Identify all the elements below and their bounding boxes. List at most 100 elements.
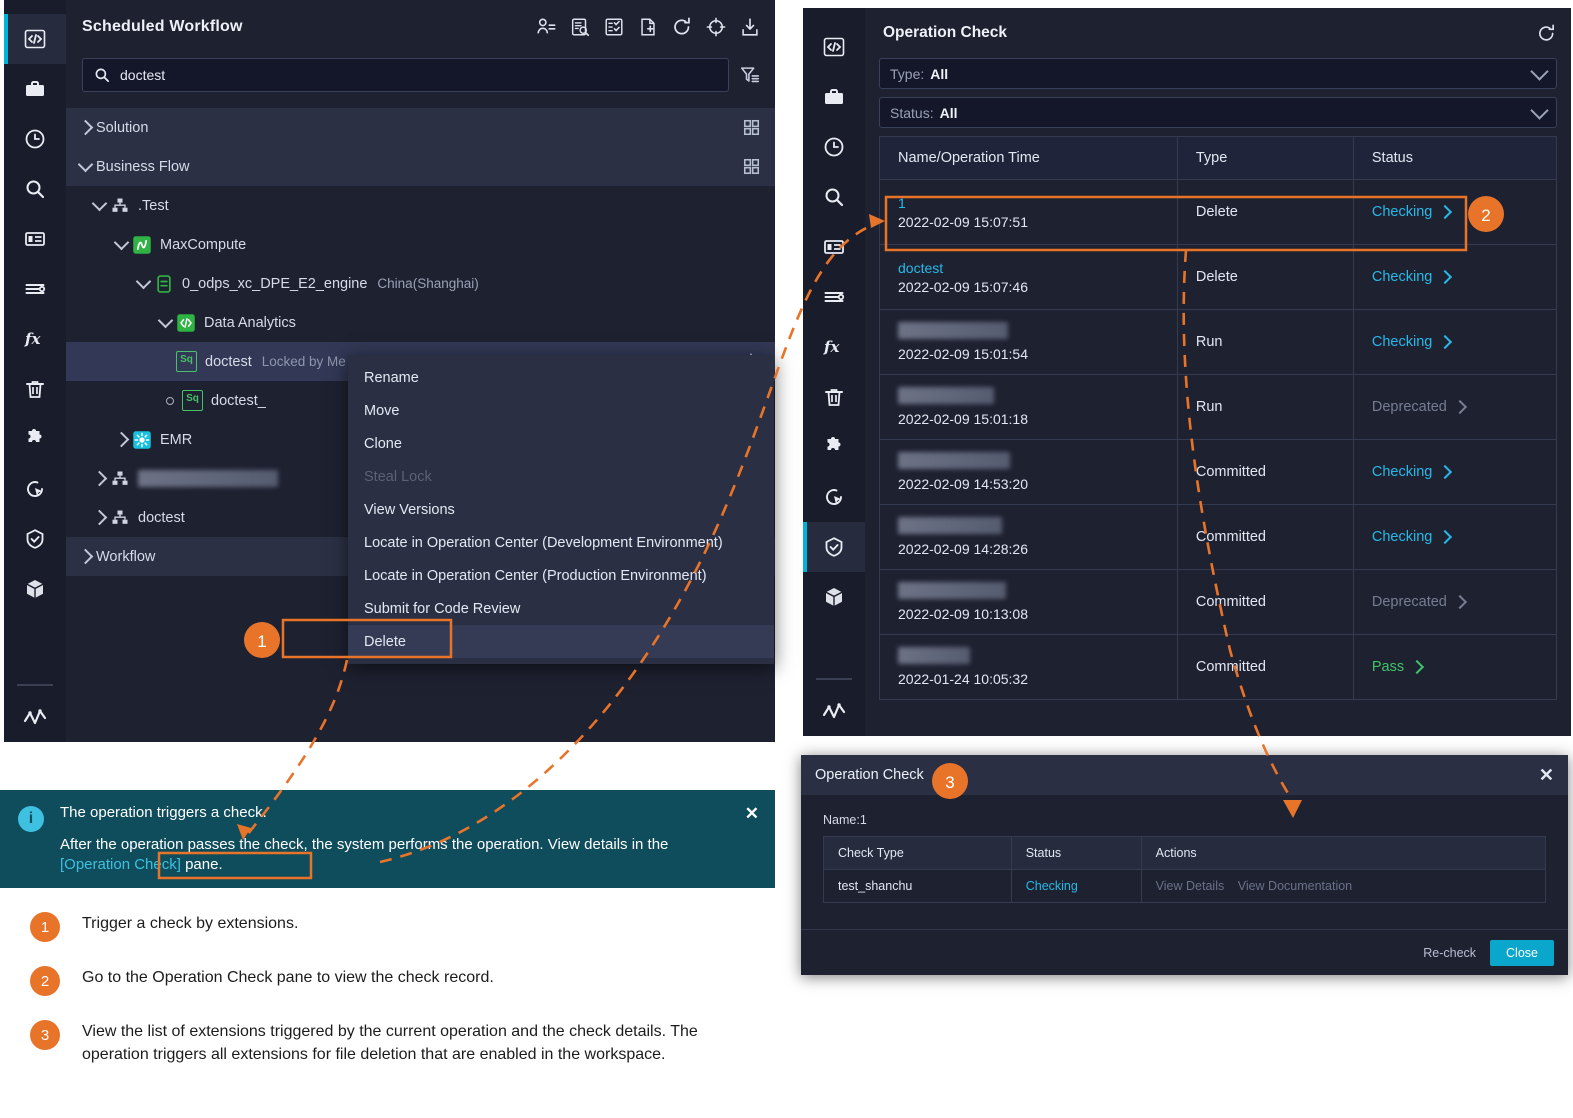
search-input[interactable]: doctest bbox=[82, 58, 729, 92]
rail-item-shield-check[interactable] bbox=[4, 514, 66, 564]
list-icon bbox=[824, 292, 845, 302]
rail-item-briefcase[interactable] bbox=[803, 72, 865, 122]
new-file-icon[interactable] bbox=[637, 16, 659, 38]
close-button[interactable]: Close bbox=[1490, 939, 1554, 966]
tree-row-engine[interactable]: 0_odps_xc_DPE_E2_engine China(Shanghai) bbox=[66, 264, 775, 303]
grid-icon[interactable] bbox=[742, 157, 761, 176]
tree-row-solution[interactable]: Solution bbox=[66, 108, 775, 147]
expand-toggle[interactable] bbox=[88, 195, 110, 212]
expand-toggle[interactable] bbox=[110, 234, 132, 251]
rail-item-trash[interactable] bbox=[803, 372, 865, 422]
menu-item-submit-code-review[interactable]: Submit for Code Review bbox=[348, 592, 774, 625]
refresh-icon[interactable] bbox=[671, 16, 693, 38]
menu-item-locate-dev[interactable]: Locate in Operation Center (Development … bbox=[348, 526, 774, 559]
rail-item-list[interactable] bbox=[4, 264, 66, 314]
rail-item-waveform[interactable] bbox=[803, 686, 865, 736]
status-badge[interactable]: Deprecated bbox=[1372, 399, 1467, 415]
rail-item-table[interactable] bbox=[4, 214, 66, 264]
table-row[interactable]: 2022-02-09 15:01:18 Run Deprecated bbox=[879, 374, 1558, 440]
rail-item-code[interactable] bbox=[4, 14, 66, 64]
tree-row-data-analytics[interactable]: Data Analytics bbox=[66, 303, 775, 342]
tree-row-business-flow[interactable]: Business Flow bbox=[66, 147, 775, 186]
rail-item-trash[interactable] bbox=[4, 364, 66, 414]
rail-item-cursor-target[interactable] bbox=[803, 472, 865, 522]
rail-item-puzzle[interactable] bbox=[803, 422, 865, 472]
expand-toggle[interactable] bbox=[74, 548, 96, 565]
rail-item-search[interactable] bbox=[803, 172, 865, 222]
shield-check-icon bbox=[825, 537, 843, 557]
close-icon[interactable]: ✕ bbox=[1539, 766, 1554, 784]
expand-toggle[interactable] bbox=[74, 156, 96, 173]
table-row[interactable]: 2022-01-24 10:05:32 Committed Pass bbox=[879, 634, 1558, 700]
table-row[interactable]: doctest 2022-02-09 15:07:46 Delete Check… bbox=[879, 244, 1558, 310]
search-icon bbox=[26, 180, 45, 199]
rail-item-clock[interactable] bbox=[803, 122, 865, 172]
tree-row-maxcompute[interactable]: MaxCompute bbox=[66, 225, 775, 264]
table-row[interactable]: 2022-02-09 14:28:26 Committed Checking bbox=[879, 504, 1558, 570]
re-check-button[interactable]: Re-check bbox=[1423, 946, 1476, 960]
filter-icon[interactable] bbox=[739, 64, 761, 86]
checklist-icon[interactable] bbox=[603, 16, 625, 38]
rail-item-list[interactable] bbox=[803, 272, 865, 322]
menu-item-move[interactable]: Move bbox=[348, 394, 774, 427]
record-name[interactable]: doctest bbox=[898, 260, 1177, 276]
expand-toggle[interactable] bbox=[110, 431, 132, 448]
rail-item-code[interactable] bbox=[803, 22, 865, 72]
status-badge[interactable]: Checking bbox=[1372, 204, 1453, 220]
redacted-record-name bbox=[898, 387, 994, 404]
status-badge[interactable]: Checking bbox=[1372, 334, 1453, 350]
import-icon[interactable] bbox=[739, 16, 761, 38]
locate-icon[interactable] bbox=[705, 16, 727, 38]
expand-toggle[interactable] bbox=[74, 119, 96, 136]
close-icon[interactable]: ✕ bbox=[745, 804, 759, 824]
menu-item-locate-prod[interactable]: Locate in Operation Center (Production E… bbox=[348, 559, 774, 592]
dialog-title: Operation Check bbox=[815, 767, 924, 783]
operation-check-link[interactable]: [Operation Check] bbox=[60, 856, 181, 873]
maxcompute-icon bbox=[133, 235, 151, 254]
grid-icon[interactable] bbox=[742, 118, 761, 137]
menu-item-view-versions[interactable]: View Versions bbox=[348, 493, 774, 526]
table-row[interactable]: 2022-02-09 14:53:20 Committed Checking bbox=[879, 439, 1558, 505]
rail-item-fx[interactable]: fx bbox=[4, 314, 66, 364]
table-row: test_shanchu Checking View Details View … bbox=[823, 869, 1547, 903]
redacted-record-name bbox=[898, 322, 1008, 339]
rail-item-table[interactable] bbox=[803, 222, 865, 272]
table-row[interactable]: 1 2022-02-09 15:07:51 Delete Checking bbox=[879, 179, 1558, 245]
rail-item-fx[interactable]: fx bbox=[803, 322, 865, 372]
user-list-icon[interactable] bbox=[535, 16, 557, 38]
expand-toggle[interactable] bbox=[132, 273, 154, 290]
menu-item-delete[interactable]: Delete bbox=[348, 625, 774, 658]
rail-item-shield-check[interactable] bbox=[803, 522, 865, 572]
expand-toggle[interactable] bbox=[154, 312, 176, 329]
type-filter-select[interactable]: Type: All bbox=[879, 58, 1557, 89]
status-badge[interactable]: Checking bbox=[1372, 529, 1453, 545]
clock-icon bbox=[25, 129, 45, 149]
list-item: 2 Go to the Operation Check pane to view… bbox=[0, 966, 760, 996]
refresh-icon[interactable] bbox=[1536, 23, 1557, 44]
tree-label: doctest_ bbox=[211, 392, 266, 409]
clipboard-search-icon[interactable] bbox=[569, 16, 591, 38]
rail-item-search[interactable] bbox=[4, 164, 66, 214]
status-badge[interactable]: Checking bbox=[1372, 464, 1453, 480]
status-badge[interactable]: Checking bbox=[1372, 269, 1453, 285]
rail-item-box[interactable] bbox=[4, 564, 66, 614]
table-row[interactable]: 2022-02-09 10:13:08 Committed Deprecated bbox=[879, 569, 1558, 635]
rail-item-briefcase[interactable] bbox=[4, 64, 66, 114]
tree-row-test[interactable]: .Test bbox=[66, 186, 775, 225]
cursor-target-icon bbox=[826, 489, 842, 505]
redacted-record-name bbox=[898, 647, 970, 664]
menu-item-clone[interactable]: Clone bbox=[348, 427, 774, 460]
rail-item-clock[interactable] bbox=[4, 114, 66, 164]
menu-item-rename[interactable]: Rename bbox=[348, 361, 774, 394]
rail-item-puzzle[interactable] bbox=[4, 414, 66, 464]
rail-item-waveform[interactable] bbox=[4, 692, 66, 742]
table-row[interactable]: 2022-02-09 15:01:54 Run Checking bbox=[879, 309, 1558, 375]
rail-item-box[interactable] bbox=[803, 572, 865, 622]
status-filter-select[interactable]: Status: All bbox=[879, 97, 1557, 128]
record-name[interactable]: 1 bbox=[898, 195, 1177, 211]
rail-item-cursor-target[interactable] bbox=[4, 464, 66, 514]
expand-toggle[interactable] bbox=[88, 509, 110, 526]
status-badge[interactable]: Pass bbox=[1372, 659, 1425, 675]
expand-toggle[interactable] bbox=[88, 470, 110, 487]
status-badge[interactable]: Deprecated bbox=[1372, 594, 1467, 610]
